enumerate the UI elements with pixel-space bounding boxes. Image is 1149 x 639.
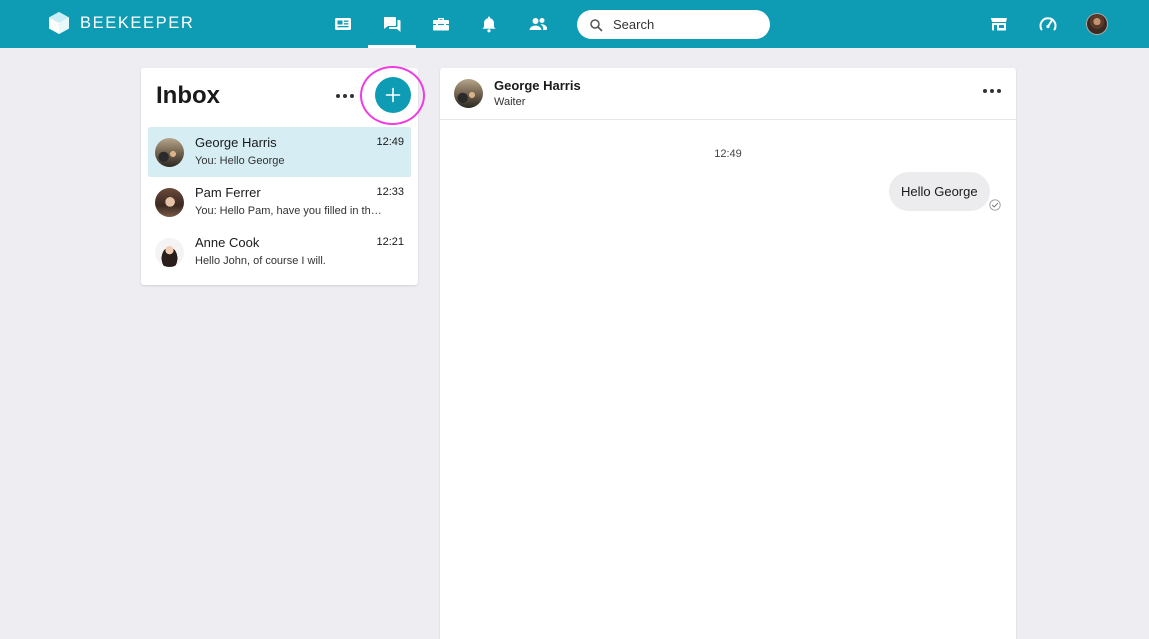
nav-marketplace[interactable] xyxy=(975,0,1023,48)
search-input[interactable] xyxy=(613,17,753,32)
conversation-name: Pam Ferrer xyxy=(195,185,261,200)
news-icon xyxy=(335,18,351,30)
chat-header: George Harris Waiter xyxy=(440,68,1016,120)
conversation-name: George Harris xyxy=(195,135,277,150)
message-timestamp: 12:49 xyxy=(714,148,742,160)
conversation-preview: Hello John, of course I will. xyxy=(195,255,326,267)
avatar[interactable] xyxy=(454,79,483,108)
chat-contact-name[interactable]: George Harris xyxy=(494,78,581,93)
nav-people[interactable] xyxy=(514,0,562,48)
toolbox-icon xyxy=(433,18,449,31)
conversation-time: 12:49 xyxy=(376,136,404,148)
conversation-preview: You: Hello Pam, have you filled in th… xyxy=(195,205,382,217)
user-avatar[interactable] xyxy=(1086,13,1108,35)
people-icon xyxy=(529,18,547,30)
inbox-more-options-icon[interactable] xyxy=(336,94,354,98)
nav-dashboard[interactable] xyxy=(1024,0,1072,48)
conversation-time: 12:33 xyxy=(376,186,404,198)
conversation-item[interactable]: Anne Cook 12:21 Hello John, of course I … xyxy=(148,227,411,277)
nav-chat[interactable] xyxy=(368,0,416,48)
conversation-item[interactable]: Pam Ferrer 12:33 You: Hello Pam, have yo… xyxy=(148,177,411,227)
brand-name: BEEKEEPER xyxy=(80,13,195,32)
top-navigation-bar: BEEKEEPER xyxy=(0,0,1149,48)
search-bar[interactable] xyxy=(577,10,770,39)
nav-toolbox[interactable] xyxy=(417,0,465,48)
bell-icon xyxy=(482,16,496,33)
avatar xyxy=(155,238,184,267)
chat-panel: George Harris Waiter 12:49 Hello George xyxy=(440,68,1016,639)
read-receipt-icon xyxy=(989,199,1001,211)
nav-notifications[interactable] xyxy=(465,0,513,48)
dashboard-icon xyxy=(1039,17,1057,31)
new-conversation-button[interactable] xyxy=(375,77,411,113)
chat-icon xyxy=(384,17,401,32)
chat-more-options-icon[interactable] xyxy=(983,89,1001,93)
avatar xyxy=(155,138,184,167)
nav-news[interactable] xyxy=(319,0,367,48)
marketplace-icon xyxy=(991,18,1007,31)
search-icon xyxy=(590,18,603,31)
avatar xyxy=(155,188,184,217)
inbox-title: Inbox xyxy=(156,82,220,109)
conversation-time: 12:21 xyxy=(376,236,404,248)
beekeeper-logo-icon xyxy=(49,12,69,34)
conversation-preview: You: Hello George xyxy=(195,155,285,167)
brand[interactable]: BEEKEEPER xyxy=(48,11,194,35)
plus-icon xyxy=(385,87,401,103)
conversation-list: George Harris 12:49 You: Hello George Pa… xyxy=(148,127,411,277)
conversation-name: Anne Cook xyxy=(195,235,260,250)
inbox-panel: Inbox George Harris 12:49 You: Hello Geo… xyxy=(141,66,425,285)
message-bubble[interactable]: Hello George xyxy=(889,172,990,211)
chat-contact-role: Waiter xyxy=(494,96,526,108)
conversation-item[interactable]: George Harris 12:49 You: Hello George xyxy=(148,127,411,177)
